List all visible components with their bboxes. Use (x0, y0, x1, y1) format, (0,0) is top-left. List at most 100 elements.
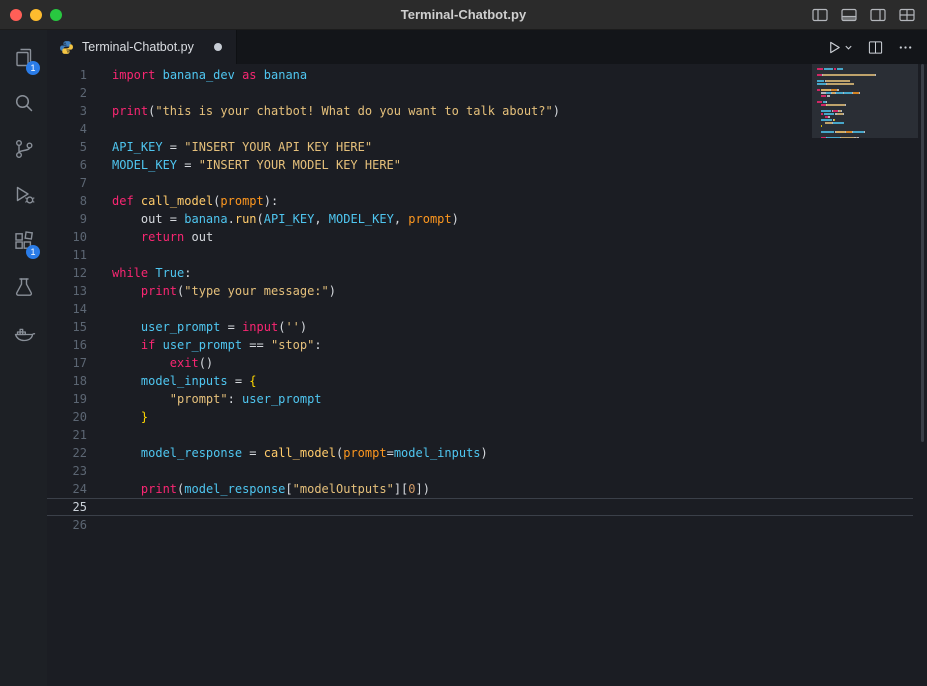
code-text: API_KEY = "INSERT YOUR API KEY HERE" (100, 138, 372, 156)
python-file-icon (59, 40, 74, 55)
code-line-15[interactable]: 15 user_prompt = input('') (47, 318, 913, 336)
line-number: 20 (47, 408, 100, 426)
line-number: 2 (47, 84, 100, 102)
minimap[interactable] (812, 64, 918, 138)
code-text: def call_model(prompt): (100, 192, 278, 210)
run-button[interactable] (827, 40, 853, 55)
code-line-9[interactable]: 9 out = banana.run(API_KEY, MODEL_KEY, p… (47, 210, 913, 228)
toggle-primary-sidebar-icon[interactable] (812, 8, 828, 22)
activity-item-source-control[interactable] (0, 126, 47, 172)
code-line-10[interactable]: 10 return out (47, 228, 913, 246)
code-text: if user_prompt == "stop": (100, 336, 322, 354)
window-title: Terminal-Chatbot.py (0, 7, 927, 22)
customize-layout-icon[interactable] (899, 8, 915, 22)
code-text (100, 246, 112, 264)
line-number: 18 (47, 372, 100, 390)
whale-icon (12, 321, 36, 345)
code-text: MODEL_KEY = "INSERT YOUR MODEL KEY HERE" (100, 156, 401, 174)
line-number: 1 (47, 66, 100, 84)
code-line-13[interactable]: 13 print("type your message:") (47, 282, 913, 300)
code-line-19[interactable]: 19 "prompt": user_prompt (47, 390, 913, 408)
activity-item-run-and-debug[interactable] (0, 172, 47, 218)
code-line-20[interactable]: 20 } (47, 408, 913, 426)
tab-label: Terminal-Chatbot.py (82, 40, 194, 54)
code-line-7[interactable]: 7 (47, 174, 913, 192)
code-line-3[interactable]: 3print("this is your chatbot! What do yo… (47, 102, 913, 120)
code-text: model_response = call_model(prompt=model… (100, 444, 488, 462)
line-number: 15 (47, 318, 100, 336)
code-line-11[interactable]: 11 (47, 246, 913, 264)
activity-item-search[interactable] (0, 80, 47, 126)
badge: 1 (26, 245, 40, 259)
code-text: model_inputs = { (100, 372, 257, 390)
editor-actions (827, 30, 927, 64)
code-line-8[interactable]: 8def call_model(prompt): (47, 192, 913, 210)
zoom-button[interactable] (50, 9, 62, 21)
code-text (100, 120, 112, 138)
line-number: 21 (47, 426, 100, 444)
code-line-23[interactable]: 23 (47, 462, 913, 480)
code-line-18[interactable]: 18 model_inputs = { (47, 372, 913, 390)
minimize-button[interactable] (30, 9, 42, 21)
editor[interactable]: 1import banana_dev as banana23print("thi… (47, 64, 927, 686)
traffic-lights (10, 9, 62, 21)
code-text (100, 498, 112, 516)
line-number: 19 (47, 390, 100, 408)
code-text: } (100, 408, 148, 426)
code-line-12[interactable]: 12while True: (47, 264, 913, 282)
line-number: 13 (47, 282, 100, 300)
code-line-22[interactable]: 22 model_response = call_model(prompt=mo… (47, 444, 913, 462)
code-area: 1import banana_dev as banana23print("thi… (47, 66, 913, 534)
line-number: 7 (47, 174, 100, 192)
tab-terminal-chatbot[interactable]: Terminal-Chatbot.py (47, 30, 237, 64)
code-line-16[interactable]: 16 if user_prompt == "stop": (47, 336, 913, 354)
line-number: 3 (47, 102, 100, 120)
code-text (100, 426, 112, 444)
code-line-6[interactable]: 6MODEL_KEY = "INSERT YOUR MODEL KEY HERE… (47, 156, 913, 174)
code-line-24[interactable]: 24 print(model_response["modelOutputs"][… (47, 480, 913, 498)
toggle-panel-icon[interactable] (841, 8, 857, 22)
modified-dot-icon[interactable] (214, 43, 222, 51)
main-area: 11 Terminal-Chatbot.py (0, 30, 927, 686)
code-line-17[interactable]: 17 exit() (47, 354, 913, 372)
code-line-21[interactable]: 21 (47, 426, 913, 444)
scrollbar-thumb[interactable] (921, 64, 924, 442)
code-text (100, 462, 112, 480)
activity-item-testing[interactable] (0, 264, 47, 310)
code-text: while True: (100, 264, 192, 282)
line-number: 5 (47, 138, 100, 156)
activity-item-extensions[interactable]: 1 (0, 218, 47, 264)
code-text: return out (100, 228, 213, 246)
line-number: 24 (47, 480, 100, 498)
code-text: "prompt": user_prompt (100, 390, 322, 408)
code-line-4[interactable]: 4 (47, 120, 913, 138)
code-line-26[interactable]: 26 (47, 516, 913, 534)
toggle-secondary-sidebar-icon[interactable] (870, 8, 886, 22)
code-line-2[interactable]: 2 (47, 84, 913, 102)
code-text: user_prompt = input('') (100, 318, 307, 336)
code-text (100, 300, 112, 318)
line-number: 11 (47, 246, 100, 264)
close-button[interactable] (10, 9, 22, 21)
line-number: 25 (47, 498, 100, 516)
code-text: print("type your message:") (100, 282, 336, 300)
code-line-1[interactable]: 1import banana_dev as banana (47, 66, 913, 84)
code-text: import banana_dev as banana (100, 66, 307, 84)
activity-bar: 11 (0, 30, 47, 686)
run-debug-icon (12, 183, 36, 207)
line-number: 26 (47, 516, 100, 534)
code-text: print(model_response["modelOutputs"][0]) (100, 480, 430, 498)
search-icon (12, 91, 36, 115)
code-line-5[interactable]: 5API_KEY = "INSERT YOUR API KEY HERE" (47, 138, 913, 156)
line-number: 9 (47, 210, 100, 228)
code-line-25[interactable]: 25 (47, 498, 913, 516)
more-actions-button[interactable] (898, 40, 913, 55)
activity-item-explorer[interactable]: 1 (0, 34, 47, 80)
split-editor-button[interactable] (868, 40, 883, 55)
line-number: 22 (47, 444, 100, 462)
code-line-14[interactable]: 14 (47, 300, 913, 318)
titlebar: Terminal-Chatbot.py (0, 0, 927, 30)
code-text (100, 174, 112, 192)
vscode-window: Terminal-Chatbot.py 11 (0, 0, 927, 686)
activity-item-docker[interactable] (0, 310, 47, 356)
